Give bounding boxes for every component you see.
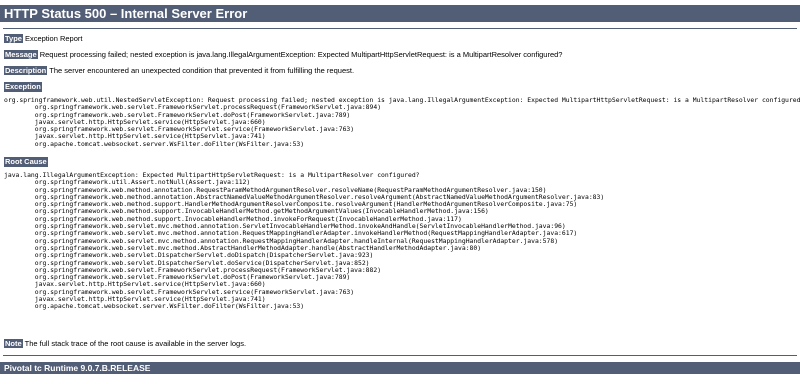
description-label: Description (4, 66, 48, 75)
message-label: Message (4, 50, 38, 59)
divider (3, 355, 797, 356)
exception-stack-trace: org.springframework.web.util.NestedServl… (4, 96, 800, 148)
message-row: Message Request processing failed; nested… (4, 50, 562, 60)
type-value: Exception Report (24, 34, 83, 43)
root-cause-heading: Root Cause (4, 157, 48, 167)
divider (3, 28, 797, 29)
description-row: Description The server encountered an une… (4, 66, 354, 76)
type-row: Type Exception Report (4, 34, 83, 44)
note-value: The full stack trace of the root cause i… (24, 339, 247, 348)
server-footer: Pivotal tc Runtime 9.0.7.B.RELEASE (0, 362, 800, 374)
exception-heading: Exception (4, 82, 42, 92)
description-value: The server encountered an unexpected con… (49, 66, 355, 75)
root-cause-stack-trace: java.lang.IllegalArgumentException: Expe… (4, 171, 605, 311)
page-title: HTTP Status 500 – Internal Server Error (0, 5, 800, 22)
type-label: Type (4, 34, 23, 43)
note-row: Note The full stack trace of the root cau… (4, 339, 246, 349)
note-label: Note (4, 339, 23, 348)
message-value: Request processing failed; nested except… (39, 50, 563, 59)
